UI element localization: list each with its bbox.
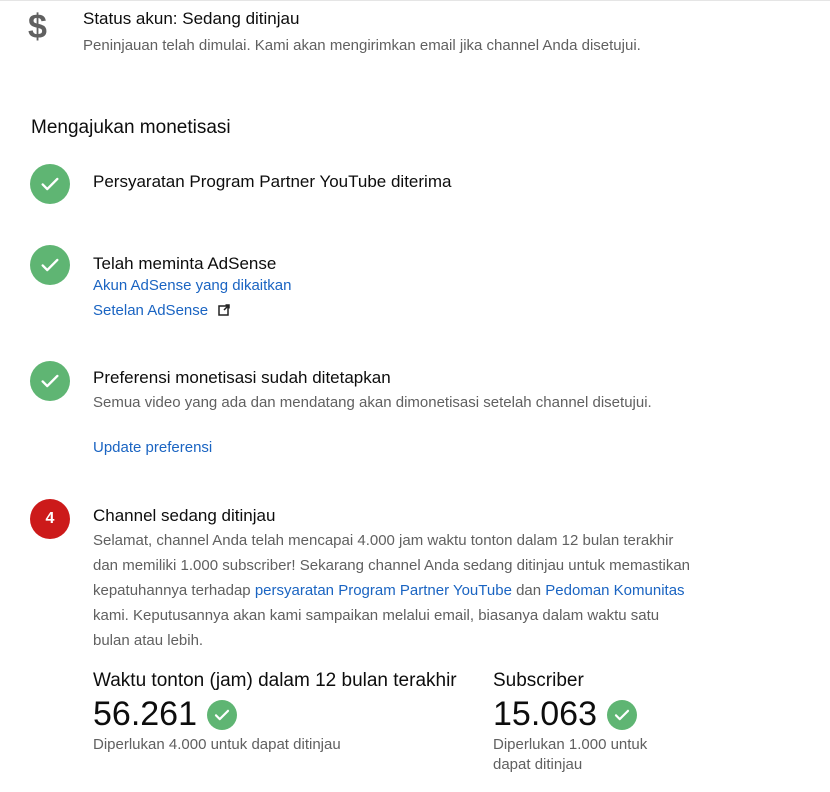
step3-description: Semua video yang ada dan mendatang akan … <box>93 394 652 411</box>
step4-title: Channel sedang ditinjau <box>93 506 276 525</box>
check-icon <box>30 164 70 204</box>
section-title: Mengajukan monetisasi <box>31 117 231 138</box>
check-icon <box>607 699 637 730</box>
watch-time-title: Waktu tonton (jam) dalam 12 bulan terakh… <box>93 670 457 691</box>
subscriber-note: Diperlukan 1.000 untuk dapat ditinjau <box>493 736 648 773</box>
status-description: Peninjauan telah dimulai. Kami akan meng… <box>83 37 641 54</box>
external-link-icon <box>218 303 231 320</box>
step-number-badge: 4 <box>30 499 70 539</box>
subscriber-title: Subscriber <box>493 670 584 691</box>
watch-time-value-row: 56.261 <box>93 695 237 734</box>
status-title: Status akun: Sedang ditinjau <box>83 9 300 28</box>
subscriber-value: 15.063 <box>493 695 597 733</box>
watch-time-value: 56.261 <box>93 695 197 733</box>
dollar-icon: $ <box>28 8 47 46</box>
step1-title: Persyaratan Program Partner YouTube dite… <box>93 172 452 191</box>
adsense-settings-link[interactable]: Setelan AdSense <box>93 302 231 320</box>
top-divider <box>0 0 830 1</box>
step2-title: Telah meminta AdSense <box>93 254 277 273</box>
update-preferences-link[interactable]: Update preferensi <box>93 439 212 456</box>
subscriber-value-row: 15.063 <box>493 695 637 734</box>
step4-description: Selamat, channel Anda telah mencapai 4.0… <box>93 532 691 649</box>
check-icon <box>30 361 70 401</box>
step3-title: Preferensi monetisasi sudah ditetapkan <box>93 368 391 387</box>
check-icon <box>30 245 70 285</box>
watch-time-note: Diperlukan 4.000 untuk dapat ditinjau <box>93 736 341 753</box>
check-icon <box>207 699 237 730</box>
ypp-requirements-link[interactable]: persyaratan Program Partner YouTube <box>255 582 512 599</box>
adsense-linked-account-link[interactable]: Akun AdSense yang dikaitkan <box>93 277 291 294</box>
community-guidelines-link[interactable]: Pedoman Komunitas <box>545 582 684 599</box>
